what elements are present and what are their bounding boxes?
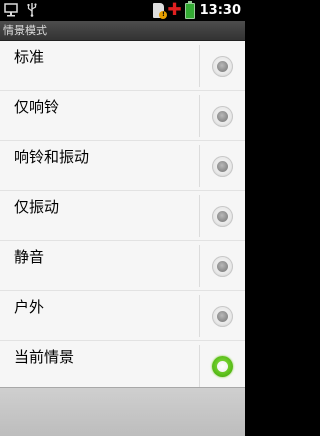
- profile-item-ring-and-vibrate[interactable]: 响铃和振动: [0, 141, 245, 191]
- profile-item-standard[interactable]: 标准: [0, 41, 245, 91]
- radio-button-selected[interactable]: [212, 356, 233, 377]
- divider: [199, 295, 200, 337]
- divider: [199, 195, 200, 237]
- monitor-icon: [4, 2, 18, 21]
- battery-icon: [184, 0, 195, 19]
- sim-warning-icon: !: [153, 3, 168, 19]
- profile-label: 静音: [14, 248, 45, 266]
- profile-label: 标准: [14, 48, 45, 66]
- radio-button[interactable]: [212, 256, 233, 277]
- divider: [199, 345, 200, 387]
- status-time: 13:30: [199, 3, 241, 18]
- radio-button[interactable]: [212, 56, 233, 77]
- title-bar: 情景模式: [0, 21, 245, 41]
- profile-label: 仅振动: [14, 198, 60, 216]
- profile-label: 当前情景: [14, 348, 75, 366]
- red-cross-icon: ✚: [167, 0, 182, 20]
- profile-label: 响铃和振动: [14, 148, 90, 166]
- profile-list: 标准 仅响铃 响铃和振动 仅振动 静音 户外 当前情景: [0, 41, 245, 391]
- profile-label: 仅响铃: [14, 98, 60, 116]
- radio-button[interactable]: [212, 106, 233, 127]
- profile-item-silent[interactable]: 静音: [0, 241, 245, 291]
- usb-icon: [27, 2, 37, 21]
- profile-item-outdoor[interactable]: 户外: [0, 291, 245, 341]
- divider: [199, 95, 200, 137]
- divider: [199, 145, 200, 187]
- radio-button[interactable]: [212, 206, 233, 227]
- radio-button[interactable]: [212, 156, 233, 177]
- profile-item-ring-only[interactable]: 仅响铃: [0, 91, 245, 141]
- divider: [199, 45, 200, 87]
- status-bar-right: ! ✚ 13:30: [153, 0, 241, 20]
- phone-screen: ! ✚ 13:30 情景模式 标准 仅响铃 响铃和振动 仅振动 静音 户外 当前…: [0, 0, 245, 436]
- divider: [199, 245, 200, 287]
- status-bar-left: [4, 2, 37, 21]
- radio-button[interactable]: [212, 306, 233, 327]
- status-bar: ! ✚ 13:30: [0, 0, 245, 21]
- page-title: 情景模式: [3, 24, 47, 37]
- profile-item-current[interactable]: 当前情景: [0, 341, 245, 391]
- bottom-bar: [0, 387, 245, 436]
- profile-item-vibrate-only[interactable]: 仅振动: [0, 191, 245, 241]
- profile-label: 户外: [14, 298, 45, 316]
